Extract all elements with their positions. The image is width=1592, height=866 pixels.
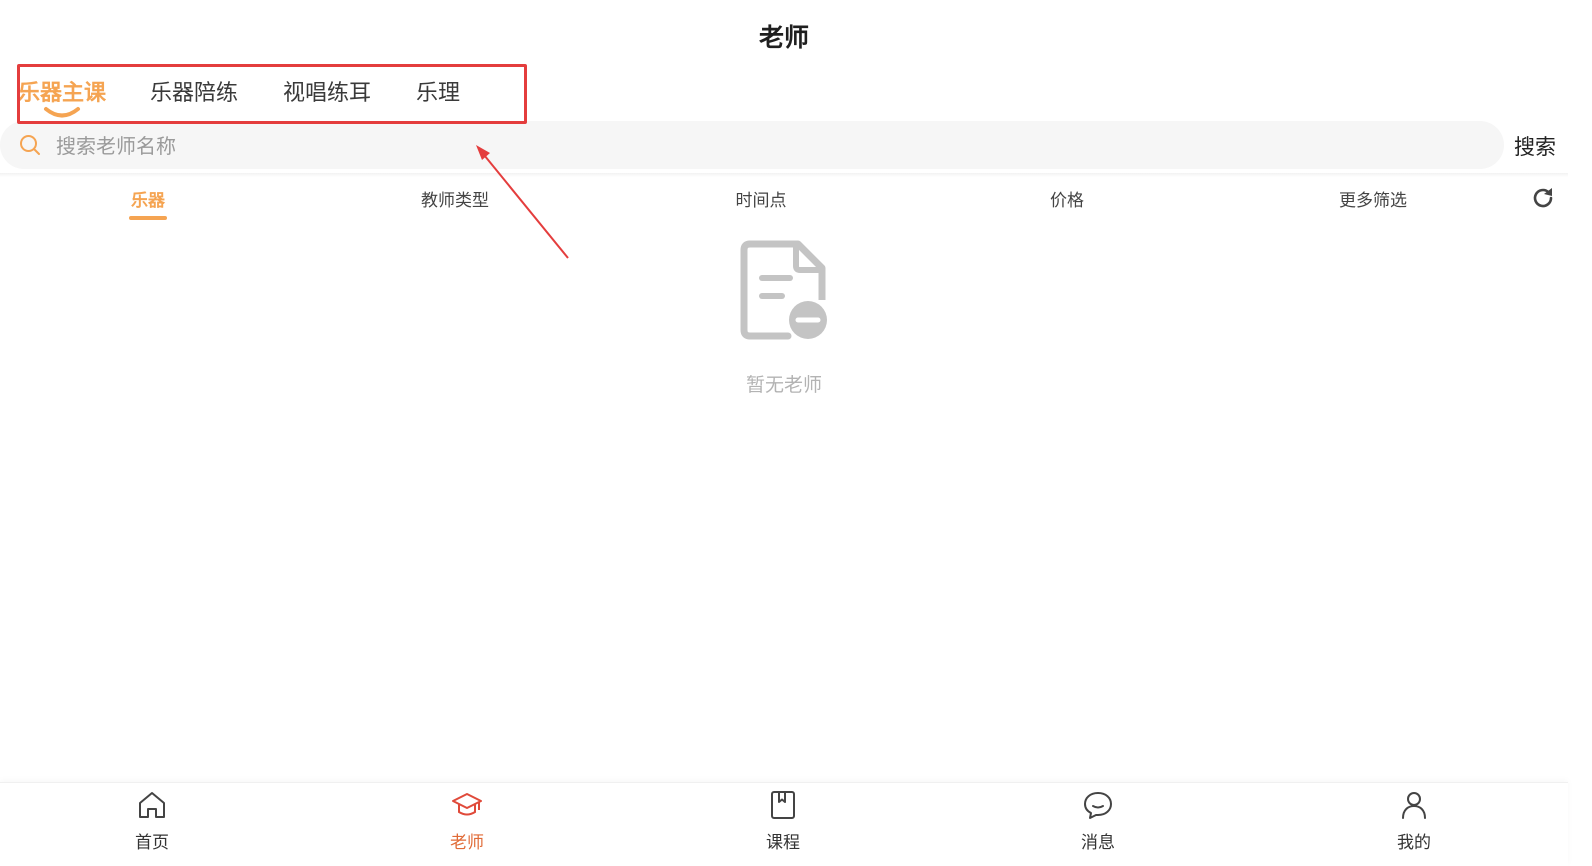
graduation-cap-icon bbox=[452, 793, 482, 816]
empty-document-icon bbox=[740, 240, 827, 340]
active-tab-smile-icon bbox=[44, 107, 80, 118]
filter-price[interactable]: 价格 bbox=[1050, 186, 1084, 211]
user-icon bbox=[1402, 792, 1426, 819]
chat-bubble-icon bbox=[1084, 792, 1112, 819]
filter-more[interactable]: 更多筛选 bbox=[1339, 186, 1407, 211]
divider bbox=[0, 173, 1568, 177]
tab-label: 乐器主课 bbox=[18, 81, 107, 106]
nav-item-teacher[interactable]: 老师 bbox=[407, 783, 527, 866]
nav-label: 我的 bbox=[1397, 833, 1431, 853]
book-icon bbox=[771, 791, 795, 819]
refresh-icon[interactable] bbox=[1530, 185, 1556, 211]
filter-bar: 乐器 教师类型 时间点 价格 更多筛选 bbox=[0, 186, 1568, 226]
filter-instrument[interactable]: 乐器 bbox=[131, 186, 165, 211]
nav-label: 消息 bbox=[1081, 833, 1115, 853]
bottom-nav: 首页 老师 课程 消息 我的 bbox=[0, 782, 1568, 866]
nav-item-course[interactable]: 课程 bbox=[723, 783, 843, 866]
nav-label: 课程 bbox=[766, 833, 800, 853]
nav-label: 首页 bbox=[135, 833, 169, 853]
empty-state-text: 暂无老师 bbox=[745, 374, 822, 396]
active-filter-underline bbox=[129, 216, 167, 220]
filter-time[interactable]: 时间点 bbox=[736, 186, 787, 211]
search-input[interactable] bbox=[54, 129, 1458, 163]
filter-teacher-type[interactable]: 教师类型 bbox=[421, 186, 489, 211]
tab-instrument-practice[interactable]: 乐器陪练 bbox=[150, 76, 238, 112]
nav-item-home[interactable]: 首页 bbox=[92, 783, 212, 866]
search-button[interactable]: 搜索 bbox=[1514, 131, 1556, 161]
nav-item-profile[interactable]: 我的 bbox=[1354, 783, 1474, 866]
page-title: 老师 bbox=[758, 23, 809, 52]
search-icon bbox=[20, 135, 40, 155]
tab-music-theory[interactable]: 乐理 bbox=[416, 76, 460, 112]
nav-label: 老师 bbox=[450, 833, 484, 853]
nav-item-messages[interactable]: 消息 bbox=[1038, 783, 1158, 866]
tab-sight-singing[interactable]: 视唱练耳 bbox=[283, 76, 371, 112]
home-icon bbox=[139, 792, 165, 818]
tab-instrument-main[interactable]: 乐器主课 bbox=[18, 76, 107, 118]
search-bar bbox=[0, 121, 1504, 169]
